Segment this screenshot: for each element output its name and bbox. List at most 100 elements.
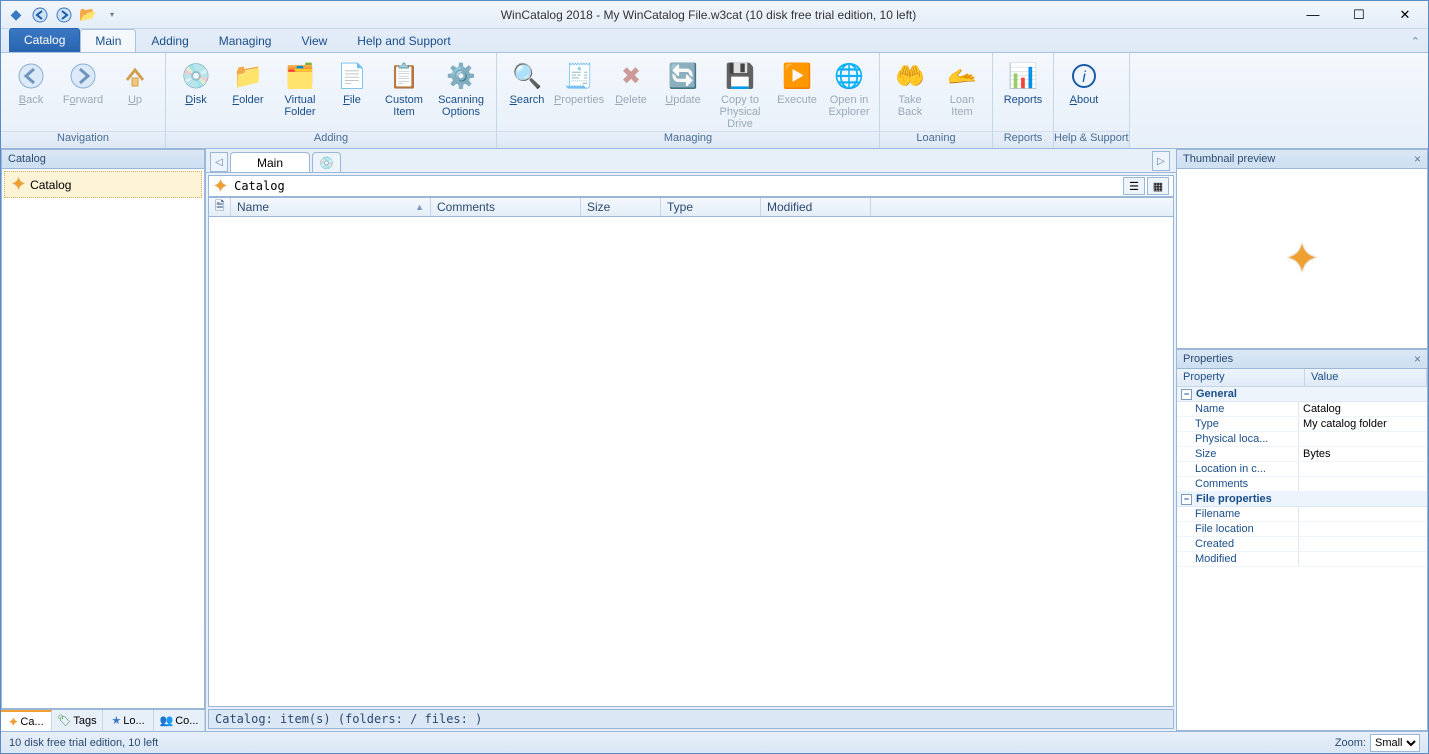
catalog-panel-header: Catalog [1, 149, 205, 169]
zoom-control: Zoom: Small [1335, 734, 1420, 752]
tab-managing[interactable]: Managing [204, 29, 287, 52]
prop-row[interactable]: Size Bytes [1177, 447, 1427, 462]
tab-view[interactable]: View [286, 29, 342, 52]
group-label-reports: Reports [993, 131, 1053, 148]
close-button[interactable]: ✕ [1382, 1, 1428, 29]
prop-row[interactable]: File location [1177, 522, 1427, 537]
explorer-icon: 🌐 [833, 60, 865, 92]
properties-button[interactable]: 🧾Properties [553, 55, 605, 131]
doc-tab-disc[interactable]: 💿 [312, 152, 341, 172]
breadcrumb-path[interactable]: Catalog [234, 179, 285, 193]
path-star-icon: ✦ [213, 176, 228, 197]
propcol-value[interactable]: Value [1305, 369, 1427, 386]
col-size[interactable]: Size [581, 198, 661, 216]
tab-catalog[interactable]: Catalog [9, 28, 80, 52]
collapse-icon[interactable]: − [1181, 494, 1192, 505]
ribbon-group-help: iAbout Help & Support [1054, 53, 1130, 148]
zoom-select[interactable]: Small [1370, 734, 1420, 752]
tabstrip-scroll-left[interactable]: ◁ [210, 152, 228, 172]
ribbon-collapse-icon[interactable]: ⌃ [1411, 35, 1420, 48]
add-file-button[interactable]: 📄File [326, 55, 378, 131]
loan-item-button[interactable]: 🫴LoanItem [936, 55, 988, 131]
up-icon [119, 60, 151, 92]
prop-row[interactable]: Modified [1177, 552, 1427, 567]
delete-button[interactable]: ✖Delete [605, 55, 657, 131]
add-custom-item-button[interactable]: 📋CustomItem [378, 55, 430, 131]
tab-adding[interactable]: Adding [136, 29, 203, 52]
view-thumb-button[interactable]: ▦ [1147, 177, 1169, 195]
open-explorer-button[interactable]: 🌐Open inExplorer [823, 55, 875, 131]
about-button[interactable]: iAbout [1058, 55, 1110, 131]
sort-asc-icon: ▲ [415, 202, 424, 212]
prop-key: File location [1177, 522, 1299, 536]
col-modified[interactable]: Modified [761, 198, 871, 216]
tabstrip-scroll-right[interactable]: ▷ [1152, 151, 1170, 171]
tab-main[interactable]: Main [80, 29, 136, 52]
qat-back-icon[interactable] [29, 4, 51, 26]
col-type[interactable]: Type [661, 198, 761, 216]
add-folder-button[interactable]: 📁Folder [222, 55, 274, 131]
file-list[interactable] [208, 217, 1174, 707]
prop-value: Catalog [1299, 402, 1427, 416]
qat-dropdown-icon[interactable]: ▾ [101, 4, 123, 26]
thumbnail-close-icon[interactable]: × [1414, 152, 1421, 166]
zoom-label: Zoom: [1335, 737, 1366, 749]
propgrid-header: Property Value [1177, 369, 1427, 387]
reports-button[interactable]: 📊Reports [997, 55, 1049, 131]
update-button[interactable]: 🔄Update [657, 55, 709, 131]
qat-folder-icon[interactable]: 📂 [77, 4, 99, 26]
left-bottom-tabs: ✦Ca... 🏷Tags ★Lo... 👥Co... [1, 709, 205, 731]
view-toggle-group: ☰ ▦ [1123, 177, 1169, 195]
search-button[interactable]: 🔍Search [501, 55, 553, 131]
properties-close-icon[interactable]: × [1414, 352, 1421, 366]
prop-row[interactable]: Physical loca... [1177, 432, 1427, 447]
lefttab-locations[interactable]: ★Lo... [103, 710, 154, 731]
lefttab-catalog[interactable]: ✦Ca... [1, 710, 52, 731]
execute-icon: ▶️ [781, 60, 813, 92]
minimize-button[interactable]: — [1290, 1, 1336, 29]
prop-row[interactable]: Created [1177, 537, 1427, 552]
propcol-property[interactable]: Property [1177, 369, 1305, 386]
add-disk-button[interactable]: 💿Disk [170, 55, 222, 131]
app-window: ◆ 📂 ▾ WinCatalog 2018 - My WinCatalog Fi… [0, 0, 1429, 754]
maximize-button[interactable]: ☐ [1336, 1, 1382, 29]
col-comments[interactable]: Comments [431, 198, 581, 216]
lefttab-tags[interactable]: 🏷Tags [52, 710, 103, 731]
nav-back-button[interactable]: Back [5, 55, 57, 131]
collapse-icon[interactable]: − [1181, 389, 1192, 400]
propcat-general[interactable]: −General [1177, 387, 1427, 402]
execute-button[interactable]: ▶️Execute [771, 55, 823, 131]
col-icon[interactable]: 🗎 [209, 198, 231, 216]
nav-forward-button[interactable]: Forward [57, 55, 109, 131]
tab-help[interactable]: Help and Support [342, 29, 465, 52]
prop-row[interactable]: Comments [1177, 477, 1427, 492]
app-icon[interactable]: ◆ [5, 4, 27, 26]
take-back-button[interactable]: 🤲TakeBack [884, 55, 936, 131]
ribbon-tabs: Catalog Main Adding Managing View Help a… [1, 29, 1428, 53]
gear-icon: ⚙️ [445, 60, 477, 92]
lefttab-contacts[interactable]: 👥Co... [154, 710, 205, 731]
group-label-managing: Managing [497, 131, 879, 148]
breadcrumb-bar: ✦ Catalog ☰ ▦ [208, 175, 1174, 197]
prop-row[interactable]: Filename [1177, 507, 1427, 522]
prop-key: Size [1177, 447, 1299, 461]
col-name[interactable]: Name▲ [231, 198, 431, 216]
tree-root-item[interactable]: ✦ Catalog [4, 171, 202, 198]
catalog-tree[interactable]: ✦ Catalog [1, 169, 205, 709]
back-icon [15, 60, 47, 92]
copy-to-drive-button[interactable]: 💾Copy toPhysical Drive [709, 55, 771, 131]
ribbon-group-loaning: 🤲TakeBack 🫴LoanItem Loaning [880, 53, 993, 148]
nav-up-button[interactable]: Up [109, 55, 161, 131]
qat-forward-icon[interactable] [53, 4, 75, 26]
add-virtual-folder-button[interactable]: 🗂️VirtualFolder [274, 55, 326, 131]
scanning-options-button[interactable]: ⚙️ScanningOptions [430, 55, 492, 131]
prop-row[interactable]: Location in c... [1177, 462, 1427, 477]
virtual-folder-icon: 🗂️ [284, 60, 316, 92]
prop-row[interactable]: NameCatalog [1177, 402, 1427, 417]
prop-row[interactable]: TypeMy catalog folder [1177, 417, 1427, 432]
doc-tab-main[interactable]: Main [230, 152, 310, 172]
view-list-button[interactable]: ☰ [1123, 177, 1145, 195]
propcat-fileprops[interactable]: −File properties [1177, 492, 1427, 507]
ribbon-group-navigation: Back Forward Up Navigation [1, 53, 166, 148]
search-icon: 🔍 [511, 60, 543, 92]
